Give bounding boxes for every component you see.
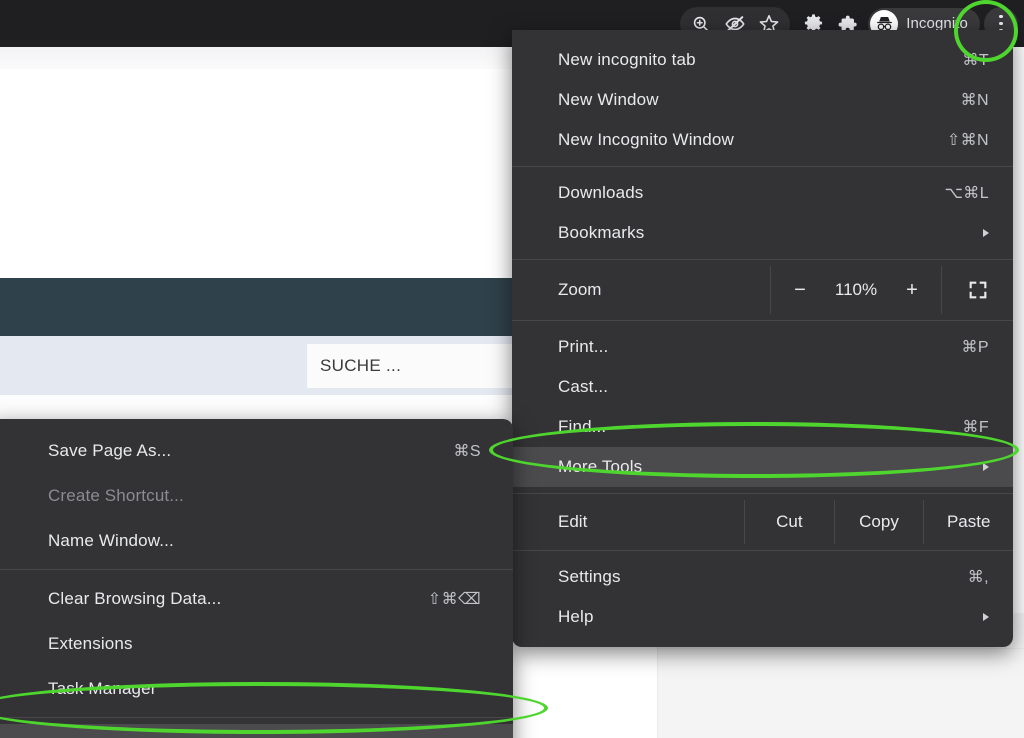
menu-item-shortcut: ⌘F — [962, 419, 989, 436]
zoom-out-button[interactable]: − — [792, 279, 808, 302]
menu-item-shortcut: ⌘P — [961, 339, 989, 356]
menu-item-new-incognito-tab[interactable]: New incognito tab ⌘T — [512, 40, 1013, 80]
menu-item-clear-browsing-data[interactable]: Clear Browsing Data... ⇧⌘⌫ — [0, 576, 513, 621]
menu-item-label: Downloads — [558, 183, 644, 202]
zoom-label: Zoom — [558, 280, 602, 299]
menu-separator — [512, 166, 1013, 167]
menu-item-shortcut: ⌘, — [967, 569, 989, 586]
edit-paste-button[interactable]: Paste — [923, 500, 1013, 544]
menu-separator — [512, 493, 1013, 494]
menu-item-shortcut: ⌥⌘L — [944, 185, 989, 202]
menu-item-cast[interactable]: Cast... — [512, 367, 1013, 407]
menu-item-label: Clear Browsing Data... — [48, 588, 222, 608]
menu-item-developer-tools[interactable]: Developer Tools ⌥⌘I — [0, 724, 513, 738]
page-content-white-upper — [0, 69, 513, 278]
search-input[interactable]: SUCHE ... — [307, 344, 513, 388]
menu-item-print[interactable]: Print... ⌘P — [512, 327, 1013, 367]
menu-item-new-window[interactable]: New Window ⌘N — [512, 80, 1013, 120]
menu-item-shortcut: ⇧⌘N — [946, 132, 989, 149]
edit-copy-button[interactable]: Copy — [833, 500, 924, 544]
menu-item-label: New Incognito Window — [558, 130, 734, 149]
chevron-right-icon — [983, 613, 989, 621]
menu-item-label: More Tools — [558, 457, 643, 476]
menu-separator — [512, 320, 1013, 321]
menu-item-edit-row: Edit Cut Copy Paste — [512, 500, 1013, 544]
menu-item-create-shortcut: Create Shortcut... — [0, 473, 513, 518]
menu-item-label: Task Manager — [48, 678, 157, 698]
menu-item-label: Bookmarks — [558, 223, 645, 242]
menu-separator — [512, 550, 1013, 551]
menu-item-label: New Window — [558, 90, 659, 109]
menu-item-bookmarks[interactable]: Bookmarks — [512, 213, 1013, 253]
menu-item-new-incognito-window[interactable]: New Incognito Window ⇧⌘N — [512, 120, 1013, 160]
zoom-in-button[interactable]: + — [904, 279, 920, 302]
menu-item-shortcut: ⇧⌘⌫ — [427, 590, 481, 608]
page-top-strip — [0, 47, 513, 69]
menu-item-shortcut: ⌘S — [453, 442, 481, 460]
edit-cut-button[interactable]: Cut — [744, 500, 834, 544]
chevron-right-icon — [983, 229, 989, 237]
chevron-right-icon — [983, 463, 989, 471]
fullscreen-button[interactable] — [942, 266, 1013, 314]
menu-item-zoom-row: Zoom − 110% + — [512, 266, 1013, 314]
search-input-placeholder: SUCHE ... — [320, 356, 402, 375]
page-dark-banner — [0, 278, 513, 336]
page-content-white-lower — [0, 395, 513, 421]
page-panel-divider — [658, 648, 1024, 649]
zoom-level-value: 110% — [834, 280, 878, 299]
menu-item-label: Settings — [558, 567, 621, 586]
menu-item-label: Help — [558, 607, 594, 626]
menu-separator — [512, 259, 1013, 260]
menu-item-find[interactable]: Find... ⌘F — [512, 407, 1013, 447]
menu-item-shortcut: ⌘N — [960, 92, 989, 109]
menu-item-label: Cast... — [558, 377, 609, 396]
menu-item-label: Name Window... — [48, 530, 174, 550]
menu-item-save-page-as[interactable]: Save Page As... ⌘S — [0, 428, 513, 473]
more-tools-submenu[interactable]: Save Page As... ⌘S Create Shortcut... Na… — [0, 419, 513, 738]
zoom-controls: − 110% + — [770, 266, 942, 314]
chrome-main-menu[interactable]: New incognito tab ⌘T New Window ⌘N New I… — [512, 30, 1013, 647]
menu-item-label: Print... — [558, 337, 609, 356]
screenshot-root: SUCHE ... Incognito New incognito tab ⌘T… — [0, 0, 1024, 738]
menu-item-name-window[interactable]: Name Window... — [0, 518, 513, 563]
menu-separator — [0, 717, 513, 718]
menu-item-label: Create Shortcut... — [48, 485, 184, 505]
menu-item-task-manager[interactable]: Task Manager — [0, 666, 513, 711]
menu-item-downloads[interactable]: Downloads ⌥⌘L — [512, 173, 1013, 213]
menu-item-label: Extensions — [48, 633, 133, 653]
menu-item-label: Find... — [558, 417, 607, 436]
menu-item-help[interactable]: Help — [512, 597, 1013, 637]
menu-item-settings[interactable]: Settings ⌘, — [512, 557, 1013, 597]
menu-separator — [0, 569, 513, 570]
menu-item-extensions[interactable]: Extensions — [0, 621, 513, 666]
menu-item-label: New incognito tab — [558, 50, 696, 69]
edit-label: Edit — [558, 512, 588, 531]
menu-item-label: Save Page As... — [48, 440, 172, 460]
menu-item-shortcut: ⌘T — [962, 52, 989, 69]
menu-item-more-tools[interactable]: More Tools — [512, 447, 1013, 487]
